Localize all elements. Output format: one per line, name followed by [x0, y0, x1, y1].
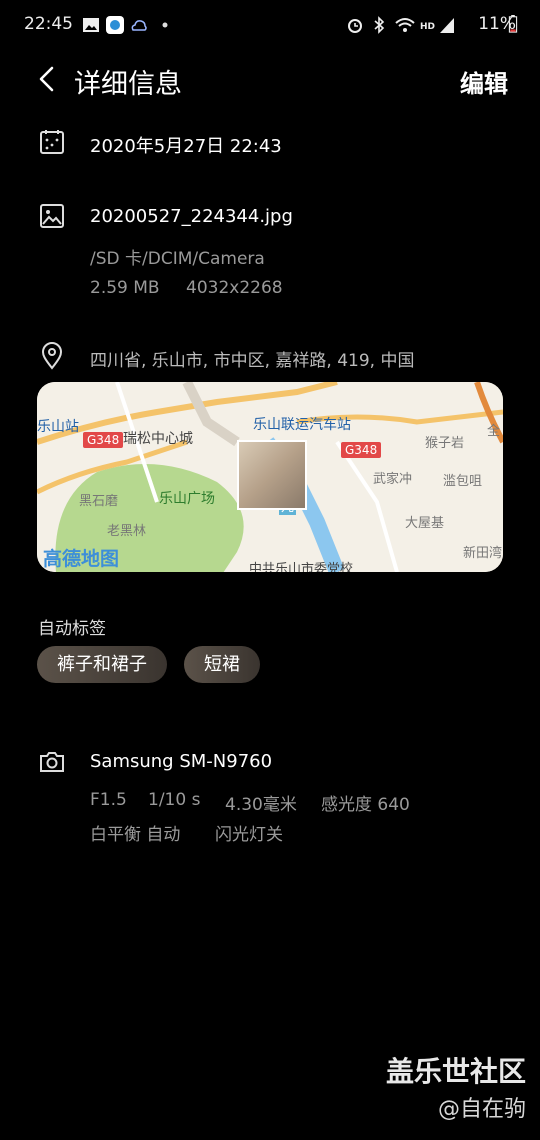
camera-shutter: 1/10 s [148, 790, 201, 810]
map-label-square: 乐山广场 [159, 491, 215, 507]
map-label-party-school: 中共乐山市委党校 [249, 562, 354, 572]
map-label-wujia: 武家冲 [373, 472, 413, 487]
page-title: 详细信息 [74, 69, 182, 100]
map-label-g348-left: G348 [83, 432, 124, 448]
weather-icon [131, 20, 147, 31]
map-label-bus-station: 乐山联运汽车站 [253, 417, 351, 433]
camera-iso: 感光度 640 [321, 795, 410, 815]
watermark-user: @自在驹 [437, 1097, 526, 1122]
location-map[interactable]: 乐山站 G348 瑞松中心城 乐山联运汽车站 G348 猴子岩 全 武家冲 滥包… [37, 382, 503, 572]
status-time: 22:45 [24, 14, 73, 34]
image-icon [40, 204, 64, 228]
auto-tags-title: 自动标签 [38, 619, 106, 639]
dot-icon [162, 22, 168, 28]
alarm-icon [348, 19, 362, 33]
file-size: 2.59 MB [90, 278, 160, 298]
location-address: 四川省, 乐山市, 市中区, 嘉祥路, 419, 中国 [90, 351, 415, 371]
map-label-laoheilin: 老黑林 [107, 524, 147, 539]
camera-white-balance: 白平衡 自动 [90, 825, 181, 845]
map-label-yanbao: 滥包咀 [443, 474, 483, 489]
calendar-icon [40, 130, 64, 154]
photo-thumbnail [237, 440, 307, 510]
location-pin-icon [41, 342, 63, 370]
status-bar: 22:45 HD 11% [0, 0, 540, 50]
camera-icon [40, 752, 64, 772]
file-name: 20200527_224344.jpg [90, 206, 293, 227]
hd-icon: HD [420, 22, 435, 32]
file-resolution: 4032x2268 [186, 278, 283, 298]
camera-model: Samsung SM-N9760 [90, 751, 273, 772]
svg-text:HD: HD [420, 22, 435, 32]
wifi-icon [395, 18, 415, 32]
map-label-station: 乐山站 [37, 419, 79, 435]
map-label-heishimo: 黑石磨 [79, 494, 119, 509]
signal-icon [440, 18, 454, 33]
gallery-icon [83, 18, 99, 32]
map-logo-amap: 高德地图 [43, 548, 120, 570]
map-label-ruisong: 瑞松中心城 [123, 431, 193, 447]
map-label-xintian: 新田湾 [463, 546, 503, 561]
map-label-houzi: 猴子岩 [425, 436, 465, 451]
back-icon[interactable] [34, 64, 62, 94]
camera-aperture: F1.5 [90, 790, 127, 810]
file-path: /SD 卡/DCIM/Camera [90, 249, 265, 269]
battery-icon [508, 15, 518, 33]
datetime-value: 2020年5月27日 22:43 [90, 136, 282, 157]
map-label-daguoji: 大屋基 [405, 516, 445, 531]
edit-button[interactable]: 编辑 [460, 64, 508, 99]
camera-focal-length: 4.30毫米 [225, 795, 297, 815]
camera-flash: 闪光灯关 [215, 825, 283, 845]
bluetooth-icon [374, 16, 385, 34]
tag-short-skirt[interactable]: 短裙 [184, 646, 260, 683]
map-label-quan: 全 [487, 424, 501, 439]
tag-pants-skirts[interactable]: 裤子和裙子 [37, 646, 167, 683]
watermark-community: 盖乐世社区 [385, 1055, 526, 1088]
app-icon [106, 16, 124, 34]
map-label-g348-right: G348 [341, 442, 382, 458]
